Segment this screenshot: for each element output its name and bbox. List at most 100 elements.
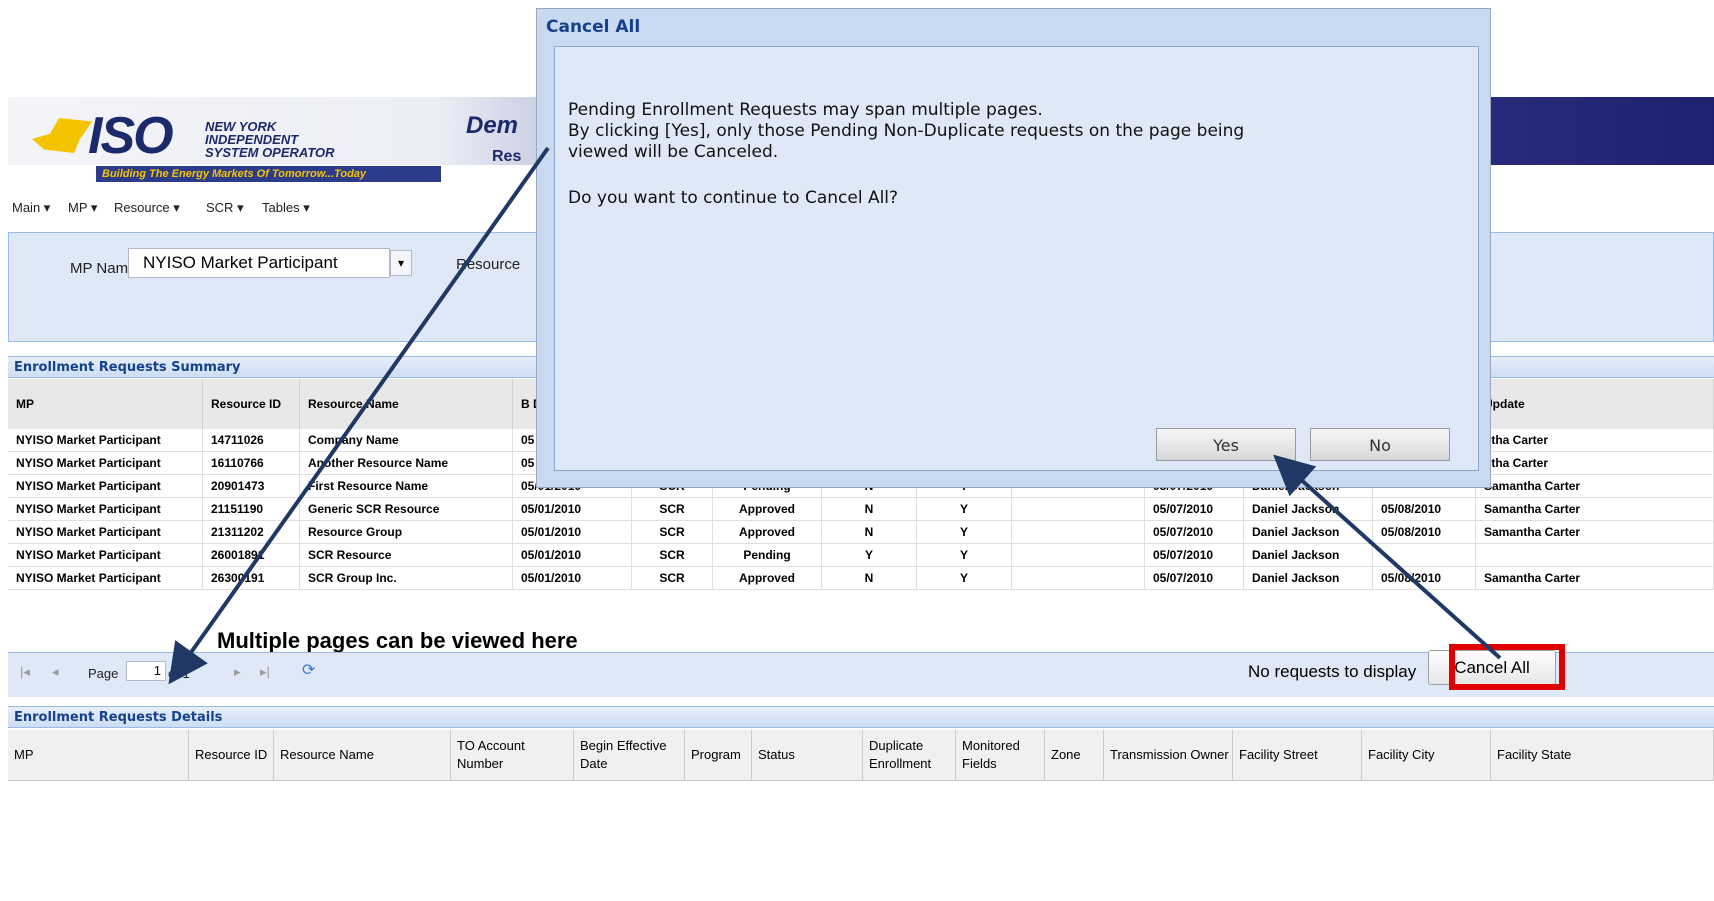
table-cell: Y — [916, 497, 1012, 521]
table-cell: 14711026 — [202, 429, 300, 452]
table-cell: 05/01/2010 — [512, 566, 632, 590]
table-cell: SCR Group Inc. — [299, 566, 513, 590]
col-mp[interactable]: MP — [8, 730, 189, 781]
table-cell: N — [821, 520, 917, 544]
table-cell: 05/07/2010 — [1144, 497, 1244, 521]
table-cell: SCR — [631, 566, 713, 590]
dialog-question: Do you want to continue to Cancel All? — [568, 188, 899, 208]
table-cell: Approved — [712, 566, 822, 590]
table-cell: Generic SCR Resource — [299, 497, 513, 521]
prev-page-icon[interactable]: ◂ — [52, 664, 59, 680]
table-cell: NYISO Market Participant — [8, 474, 203, 498]
table-cell: Approved — [712, 520, 822, 544]
page-label: Page — [88, 666, 119, 681]
col-transmission-owner[interactable]: Transmission Owner — [1103, 730, 1233, 781]
mp-name-select[interactable]: NYISO Market Participant — [128, 248, 390, 278]
table-cell: 26001891 — [202, 543, 300, 567]
first-page-icon[interactable]: |◂ — [20, 664, 30, 680]
col-resource-name[interactable]: Resource Name — [273, 730, 451, 781]
no-button[interactable]: No — [1310, 428, 1450, 461]
dialog-line-1: Pending Enrollment Requests may span mul… — [568, 100, 1043, 120]
table-cell: Y — [916, 566, 1012, 590]
table-cell: 05/08/2010 — [1372, 566, 1476, 590]
table-cell: Samantha Carter — [1475, 474, 1714, 498]
menu-resource[interactable]: Resource ▾ — [114, 200, 180, 216]
table-cell: N — [821, 566, 917, 590]
col-mp[interactable]: MP — [8, 379, 203, 429]
last-page-icon[interactable]: ▸| — [260, 664, 270, 680]
table-cell: ntha Carter — [1475, 451, 1714, 475]
logo-line-3: SYSTEM OPERATOR — [205, 145, 335, 160]
menu-scr[interactable]: SCR ▾ — [206, 200, 244, 216]
menu-main[interactable]: Main ▾ — [12, 200, 50, 216]
refresh-icon[interactable]: ⟳ — [302, 660, 315, 680]
logo-tagline: Building The Energy Markets Of Tomorrow.… — [96, 166, 441, 182]
table-cell: ntha Carter — [1475, 429, 1714, 452]
col-zone[interactable]: Zone — [1044, 730, 1104, 781]
resource-label: Resource — [456, 256, 521, 273]
chevron-down-icon[interactable]: ▾ — [390, 250, 412, 276]
col-resource-id[interactable]: Resource ID — [202, 379, 300, 429]
table-cell — [1372, 543, 1476, 567]
table-cell — [1011, 497, 1145, 521]
next-page-icon[interactable]: ▸ — [234, 664, 241, 680]
iso-logo-text: ISO — [88, 107, 174, 165]
table-row[interactable]: NYISO Market Participant 21151190 Generic … — [8, 497, 1714, 521]
table-cell: SCR — [631, 520, 713, 544]
dialog-line-2: By clicking [Yes], only those Pending No… — [568, 121, 1245, 141]
table-cell: Company Name — [299, 429, 513, 452]
table-cell: Approved — [712, 497, 822, 521]
table-cell: NYISO Market Participant — [8, 451, 203, 475]
col-resource-id[interactable]: Resource ID — [188, 730, 274, 781]
col-facility-city[interactable]: Facility City — [1361, 730, 1491, 781]
table-row[interactable]: NYISO Market Participant 26001891 SCR Reso… — [8, 543, 1714, 567]
col-facility-street[interactable]: Facility Street — [1232, 730, 1362, 781]
table-cell: NYISO Market Participant — [8, 429, 203, 452]
table-cell: SCR — [631, 543, 713, 567]
app-title: Dem — [466, 112, 519, 139]
table-cell: Y — [916, 543, 1012, 567]
table-cell: NYISO Market Participant — [8, 543, 203, 567]
table-cell: First Resource Name — [299, 474, 513, 498]
table-cell: Daniel Jackson — [1243, 497, 1373, 521]
table-cell: 05/08/2010 — [1372, 520, 1476, 544]
col-resource-name[interactable]: Resource Name — [299, 379, 513, 429]
table-row[interactable]: NYISO Market Participant 21311202 Resource… — [8, 520, 1714, 544]
table-cell: 05/07/2010 — [1144, 543, 1244, 567]
col-duplicate[interactable]: Duplicate Enrollment — [862, 730, 956, 781]
col-facility-state[interactable]: Facility State — [1490, 730, 1714, 781]
col-update[interactable]: Update — [1475, 379, 1714, 429]
app-subtitle: Res — [492, 148, 522, 165]
col-program[interactable]: Program — [684, 730, 752, 781]
table-cell: 16110766 — [202, 451, 300, 475]
table-cell — [1011, 543, 1145, 567]
table-cell — [1011, 520, 1145, 544]
col-status[interactable]: Status — [751, 730, 863, 781]
table-row[interactable]: NYISO Market Participant 26300191 SCR Grou… — [8, 566, 1714, 590]
yes-button[interactable]: Yes — [1156, 428, 1296, 461]
table-cell: Samantha Carter — [1475, 497, 1714, 521]
table-cell: SCR Resource — [299, 543, 513, 567]
table-cell: Daniel Jackson — [1243, 566, 1373, 590]
table-cell: Resource Group — [299, 520, 513, 544]
table-cell — [1011, 566, 1145, 590]
table-cell: N — [821, 497, 917, 521]
table-cell: 21311202 — [202, 520, 300, 544]
col-monitored[interactable]: Monitored Fields — [955, 730, 1045, 781]
page-number-input[interactable]: 1 — [126, 661, 166, 681]
menu-mp[interactable]: MP ▾ — [68, 200, 97, 216]
table-cell: 05/07/2010 — [1144, 566, 1244, 590]
table-cell: 20901473 — [202, 474, 300, 498]
col-begin-date[interactable]: Begin Effective Date — [573, 730, 685, 781]
col-to-account[interactable]: TO Account Number — [450, 730, 574, 781]
table-cell: Samantha Carter — [1475, 566, 1714, 590]
table-cell: 05/07/2010 — [1144, 520, 1244, 544]
dialog-line-3: viewed will be Canceled. — [568, 142, 779, 162]
table-cell: SCR — [631, 497, 713, 521]
table-cell: NYISO Market Participant — [8, 520, 203, 544]
table-cell: Daniel Jackson — [1243, 520, 1373, 544]
callout-text: Multiple pages can be viewed here — [217, 628, 578, 653]
dialog-title: Cancel All — [546, 17, 641, 37]
table-cell: 05/01/2010 — [512, 520, 632, 544]
menu-tables[interactable]: Tables ▾ — [262, 200, 310, 216]
